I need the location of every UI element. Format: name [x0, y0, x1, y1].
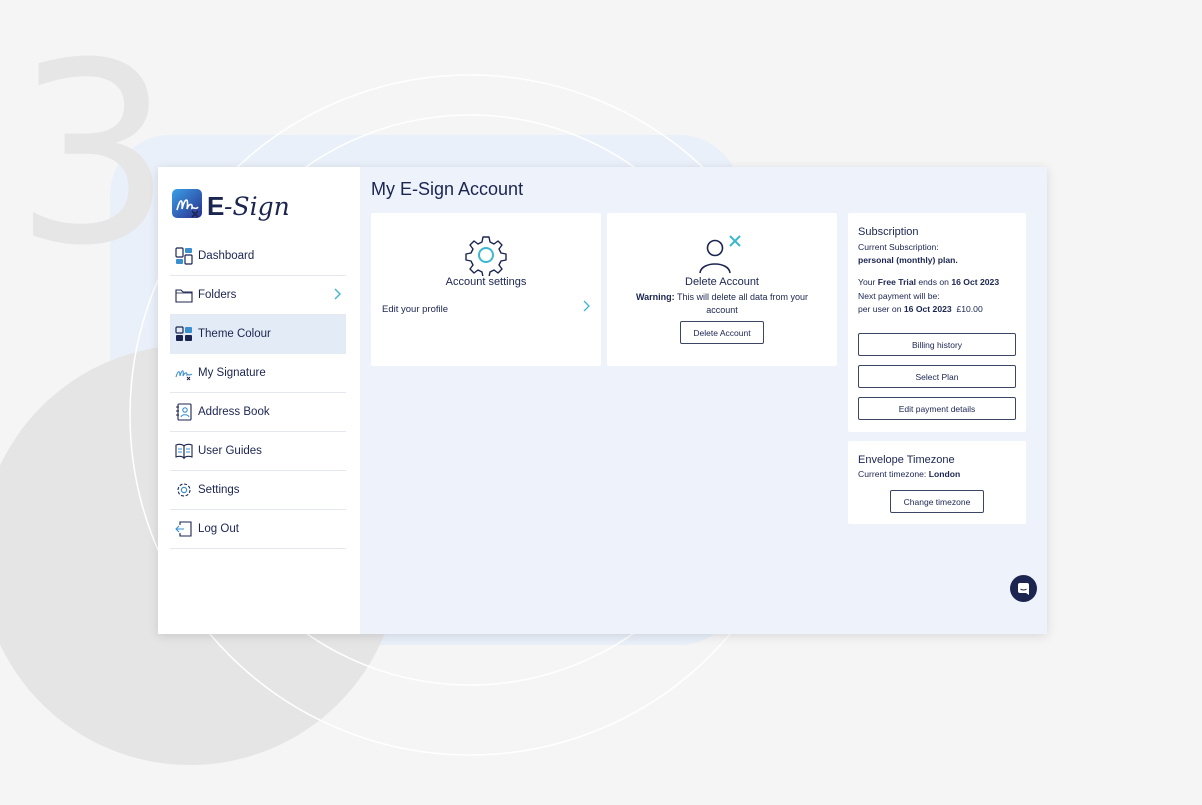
chat-icon — [1018, 583, 1029, 595]
theme-icon — [175, 325, 193, 343]
subscription-title: Subscription — [858, 226, 919, 238]
sidebar-item-folders[interactable]: Folders — [170, 276, 346, 315]
trial-info: Your Free Trial ends on 16 Oct 2023 — [858, 277, 999, 287]
next-payment-label: Next payment will be: — [858, 291, 940, 301]
subscription-card: Subscription Current Subscription: perso… — [848, 213, 1026, 432]
sidebar-item-label: Log Out — [198, 523, 239, 535]
sidebar-item-dashboard[interactable]: Dashboard — [170, 237, 346, 276]
sidebar-item-label: Theme Colour — [198, 328, 271, 340]
sidebar-item-label: My Signature — [198, 367, 266, 379]
payment-date: 16 Oct 2023 — [903, 304, 952, 314]
sidebar-item-my-signature[interactable]: My Signature — [170, 354, 346, 393]
edit-profile-link[interactable]: Edit your profile — [382, 299, 591, 315]
dashboard-icon — [175, 247, 193, 265]
change-timezone-button[interactable]: Change timezone — [890, 490, 984, 513]
trial-mid: ends on — [915, 277, 952, 287]
timezone-title: Envelope Timezone — [858, 454, 955, 466]
sidebar-item-address-book[interactable]: Address Book — [170, 393, 346, 432]
gear-icon — [371, 234, 601, 276]
remove-user-icon — [607, 233, 837, 275]
sidebar-nav: Dashboard Folders Theme Colour My Signat… — [170, 237, 346, 549]
logout-icon — [175, 520, 193, 538]
folder-icon — [175, 286, 193, 304]
sidebar-item-label: User Guides — [198, 445, 262, 457]
sidebar-item-label: Address Book — [198, 406, 270, 418]
billing-history-button[interactable]: Billing history — [858, 333, 1016, 356]
trial-prefix: Your — [858, 277, 878, 287]
gear-icon — [175, 481, 193, 499]
book-icon — [175, 442, 193, 460]
chat-button[interactable] — [1010, 575, 1037, 602]
delete-account-heading: Delete Account — [685, 276, 759, 288]
account-settings-heading: Account settings — [445, 276, 527, 288]
esign-logo-icon: E -Sign — [172, 189, 290, 221]
current-plan: personal (monthly) plan. — [858, 255, 958, 265]
delete-warning: Warning: This will delete all data from … — [627, 291, 817, 317]
sidebar-item-label: Folders — [198, 289, 237, 301]
signature-icon — [175, 364, 193, 382]
svg-text:-Sign: -Sign — [224, 192, 290, 221]
sidebar-item-label: Settings — [198, 484, 240, 496]
address-book-icon — [175, 403, 193, 421]
sidebar-item-settings[interactable]: Settings — [170, 471, 346, 510]
warning-label: Warning: — [635, 292, 675, 302]
brand-logo[interactable]: E -Sign — [172, 188, 352, 228]
sidebar-item-theme-colour[interactable]: Theme Colour — [170, 315, 346, 354]
edit-profile-label: Edit your profile — [382, 304, 449, 315]
chevron-right-icon — [581, 299, 591, 318]
current-subscription-label: Current Subscription: — [858, 242, 939, 252]
edit-payment-details-button[interactable]: Edit payment details — [858, 397, 1016, 420]
delete-account-card: Delete Account Warning: This will delete… — [607, 213, 837, 366]
page-title: My E-Sign Account — [371, 179, 524, 199]
app-window: E -Sign Dashboard Folders Theme Colour M… — [158, 167, 1047, 634]
account-settings-card[interactable]: Account settings Edit your profile — [371, 213, 601, 366]
current-timezone: Current timezone: London — [858, 469, 960, 479]
delete-account-button[interactable]: Delete Account — [680, 321, 764, 344]
trial-end-date: 16 Oct 2023 — [951, 277, 1000, 287]
sidebar: E -Sign Dashboard Folders Theme Colour M… — [158, 167, 360, 634]
payment-amount: £10.00 — [956, 304, 983, 314]
trial-label: Free Trial — [877, 277, 916, 287]
current-timezone-value: London — [928, 469, 961, 479]
sidebar-item-log-out[interactable]: Log Out — [170, 510, 346, 549]
payment-info: per user on 16 Oct 2023 £10.00 — [858, 304, 983, 314]
chevron-right-icon[interactable] — [332, 287, 342, 306]
main-panel: My E-Sign Account Account settings Edit … — [360, 167, 1047, 634]
timezone-card: Envelope Timezone Current timezone: Lond… — [848, 441, 1026, 524]
per-user-prefix: per user on — [858, 304, 904, 314]
select-plan-button[interactable]: Select Plan — [858, 365, 1016, 388]
warning-text: This will delete all data from your acco… — [674, 292, 809, 315]
step-number: 3 — [14, 9, 174, 300]
sidebar-item-user-guides[interactable]: User Guides — [170, 432, 346, 471]
sidebar-item-label: Dashboard — [198, 250, 255, 262]
current-timezone-label: Current timezone: — [858, 469, 929, 479]
svg-text:E: E — [207, 191, 224, 221]
